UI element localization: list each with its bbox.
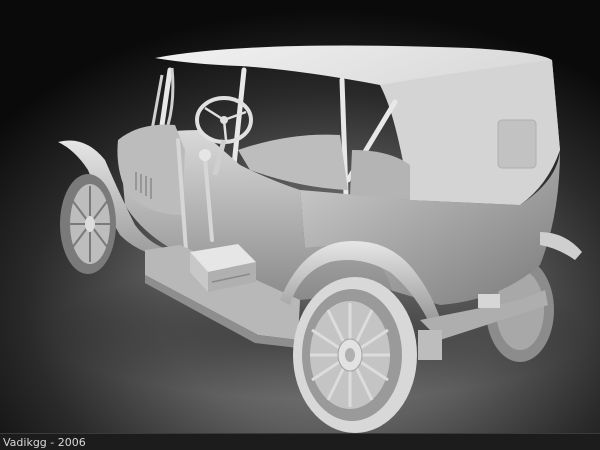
rear-far-fender	[540, 232, 582, 260]
car-render	[50, 45, 590, 433]
rear-near-wheel	[293, 277, 417, 433]
caption-bar: Vadikgg - 2006	[0, 433, 600, 450]
front-wheel	[60, 174, 116, 274]
render-viewport: Vadikgg - 2006	[0, 0, 600, 450]
author-caption: Vadikgg - 2006	[3, 436, 86, 449]
rear-seat-right	[350, 150, 410, 200]
rear-window	[497, 119, 537, 169]
lever-knob	[199, 149, 211, 161]
